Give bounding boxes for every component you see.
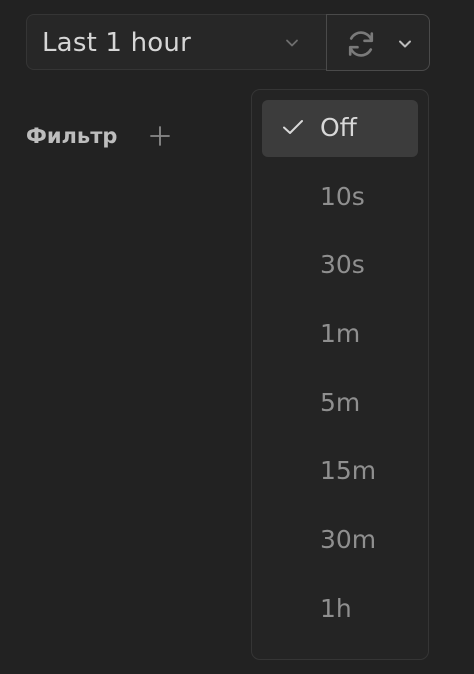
menu-option-label: 30m <box>320 525 377 554</box>
check-icon <box>283 120 303 134</box>
menu-option-5m[interactable]: 5m <box>262 375 418 432</box>
time-range-label: Last 1 hour <box>42 28 191 58</box>
menu-option-1m[interactable]: 1m <box>262 306 418 363</box>
menu-option-1h[interactable]: 1h <box>262 581 418 638</box>
menu-option-label: 5m <box>320 388 361 417</box>
menu-option-10s[interactable]: 10s <box>262 169 418 226</box>
plus-icon[interactable] <box>150 126 170 146</box>
menu-option-30m[interactable]: 30m <box>262 512 418 569</box>
menu-option-label: 1h <box>320 594 352 623</box>
app: Last 1 hour Фильтр Off 10s 30s 1m 5m 15m… <box>0 0 474 674</box>
refresh-interval-menu: Off 10s 30s 1m 5m 15m 30m 1h <box>251 89 429 660</box>
menu-option-label: 1m <box>320 319 361 348</box>
menu-option-30s[interactable]: 30s <box>262 237 418 294</box>
menu-option-label: 10s <box>320 182 365 211</box>
menu-option-label: Off <box>320 113 357 142</box>
refresh-icon <box>348 31 374 57</box>
chevron-down-icon <box>286 39 298 47</box>
time-range-picker[interactable]: Last 1 hour <box>26 14 326 70</box>
menu-option-15m[interactable]: 15m <box>262 443 418 500</box>
menu-option-off[interactable]: Off <box>262 100 418 157</box>
chevron-down-icon <box>399 40 411 48</box>
menu-option-label: 15m <box>320 456 377 485</box>
filter-label: Фильтр <box>26 124 118 148</box>
menu-option-label: 30s <box>320 250 365 279</box>
refresh-interval-button[interactable] <box>326 14 430 71</box>
